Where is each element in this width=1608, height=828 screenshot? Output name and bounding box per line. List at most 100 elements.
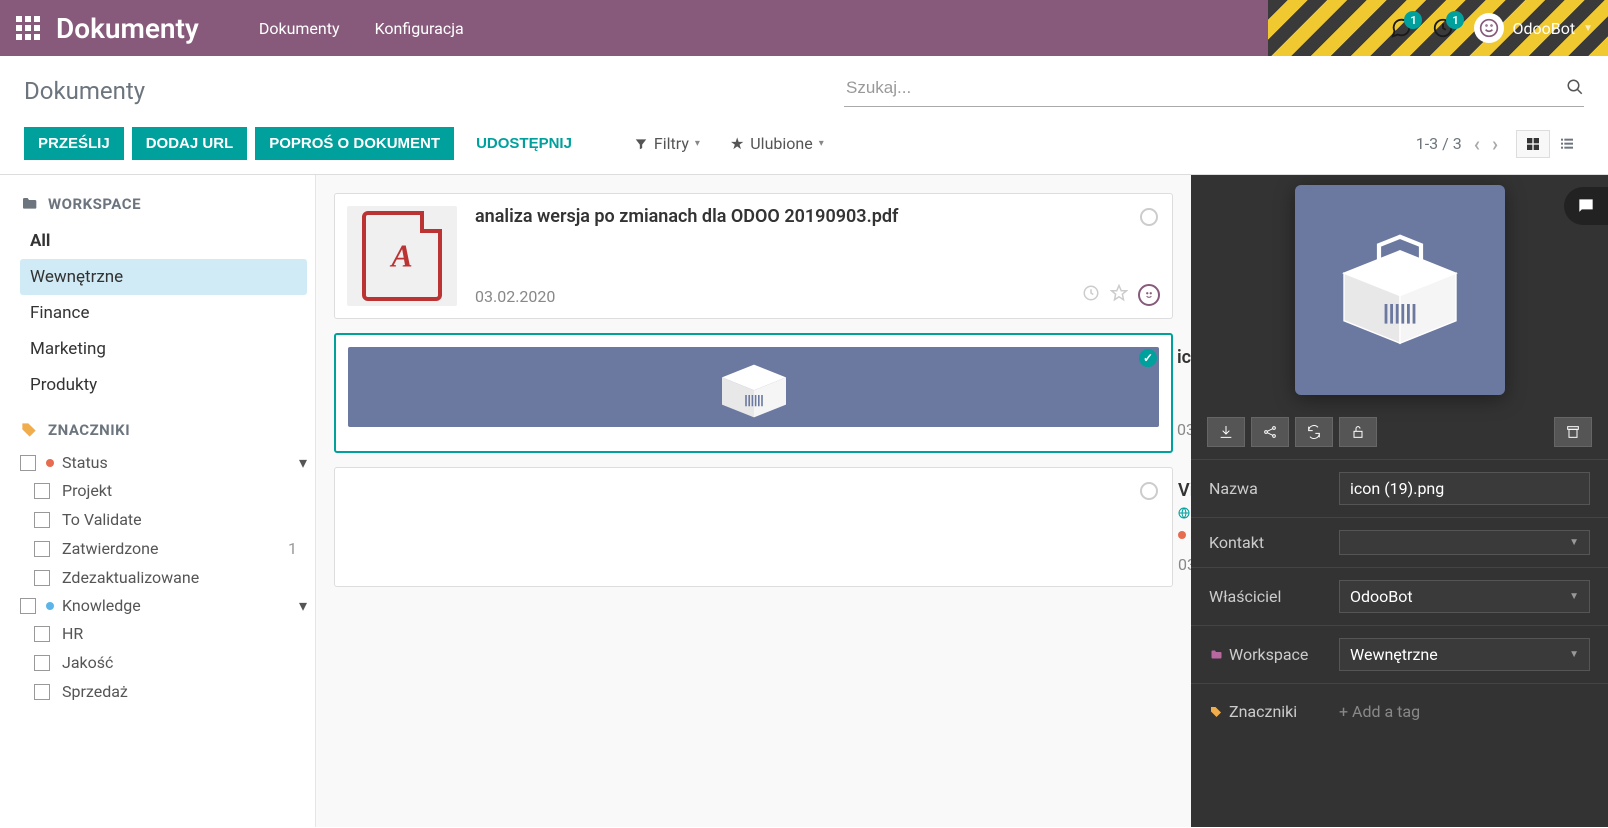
document-card[interactable]: A analiza wersja po zmianach dla ODOO 20…: [334, 193, 1173, 319]
checkbox[interactable]: [34, 541, 50, 557]
owner-label: Właściciel: [1209, 587, 1339, 606]
tags-field[interactable]: + Add a tag: [1339, 696, 1590, 727]
download-icon[interactable]: [1207, 417, 1245, 447]
caret-icon: ▾: [819, 138, 824, 149]
select-toggle[interactable]: [1140, 208, 1158, 226]
workspace-header: WORKSPACE: [20, 195, 307, 213]
share-button[interactable]: UDOSTĘPNIJ: [462, 127, 586, 160]
tags-label: Znaczniki: [1209, 702, 1339, 721]
apps-switcher-icon[interactable]: [0, 16, 56, 40]
filters-dropdown[interactable]: Filtry ▾: [634, 134, 700, 153]
tag-color-dot: [46, 602, 54, 610]
share-icon[interactable]: [1251, 417, 1289, 447]
sidebar-workspace-item[interactable]: Finance: [20, 295, 307, 331]
contact-label: Kontakt: [1209, 533, 1339, 552]
tag-item[interactable]: Jakość: [20, 648, 307, 677]
lock-icon[interactable]: [1339, 417, 1377, 447]
kanban-view-icon[interactable]: [1516, 130, 1550, 158]
star-icon[interactable]: [1110, 284, 1128, 306]
actions-row: [1191, 405, 1608, 459]
checkbox[interactable]: [34, 684, 50, 700]
sidebar-workspace-item[interactable]: All: [20, 223, 307, 259]
tag-item[interactable]: Projekt: [20, 476, 307, 505]
doc-date: 03.02.2020: [1177, 420, 1191, 439]
favorites-dropdown[interactable]: ★ Ulubione ▾: [730, 134, 824, 153]
doc-date: 03.02.2020: [475, 287, 555, 306]
tag-item[interactable]: Sprzedaż: [20, 677, 307, 706]
tag-item[interactable]: Zdezaktualizowane: [20, 563, 307, 592]
preview-thumbnail[interactable]: [1295, 185, 1505, 395]
checkbox[interactable]: [20, 598, 36, 614]
pager-text: 1-3 / 3: [1416, 134, 1462, 153]
image-thumbnail: [348, 347, 1159, 427]
menu-config[interactable]: Konfiguracja: [375, 19, 464, 38]
chevron-down-icon: ▾: [299, 453, 307, 472]
chevron-down-icon: ▾: [299, 596, 307, 615]
globe-icon: [1178, 507, 1190, 519]
pager-prev-icon[interactable]: ‹: [1474, 132, 1480, 156]
sidebar-workspace-item[interactable]: Marketing: [20, 331, 307, 367]
caret-icon: ▾: [695, 138, 700, 149]
doc-tag: Zatwierdzone: [1178, 527, 1191, 543]
tag-group-header[interactable]: Status▾: [20, 449, 307, 476]
contact-field[interactable]: ▼: [1339, 530, 1590, 555]
checkbox[interactable]: [34, 512, 50, 528]
badge: 1: [1446, 11, 1464, 29]
username: OdooBot: [1512, 19, 1575, 38]
archive-icon[interactable]: [1554, 417, 1592, 447]
messaging-icon[interactable]: 1: [1390, 17, 1412, 39]
document-list: A analiza wersja po zmianach dla ODOO 20…: [316, 175, 1191, 827]
activity-icon[interactable]: 1: [1432, 17, 1454, 39]
checkbox[interactable]: [34, 655, 50, 671]
replace-icon[interactable]: [1295, 417, 1333, 447]
search-icon[interactable]: [1566, 78, 1584, 100]
controlbar: Dokumenty PRZEŚLIJ DODAJ URL POPROŚ O DO…: [0, 56, 1608, 174]
add-url-button[interactable]: DODAJ URL: [132, 127, 248, 160]
top-navbar: Dokumenty Dokumenty Konfiguracja 1 1 Odo…: [0, 0, 1608, 56]
smile-icon[interactable]: [1138, 284, 1160, 306]
tag-item[interactable]: HR: [20, 619, 307, 648]
owner-field[interactable]: OdooBot▼: [1339, 580, 1590, 613]
checkbox[interactable]: [34, 570, 50, 586]
search-bar[interactable]: [844, 74, 1584, 107]
tag-icon: [20, 422, 38, 438]
list-view-icon[interactable]: [1550, 130, 1584, 158]
avatar-icon: [1474, 13, 1504, 43]
select-toggle[interactable]: [1140, 482, 1158, 500]
search-input[interactable]: [844, 74, 1547, 102]
app-title: Dokumenty: [56, 12, 199, 45]
select-toggle[interactable]: [1139, 349, 1157, 367]
breadcrumb: Dokumenty: [24, 77, 145, 105]
doc-date: 03.02.2020: [1178, 555, 1191, 574]
document-card[interactable]: icon (19).png 03.02.2020: [334, 333, 1173, 453]
main-menu: Dokumenty Konfiguracja: [259, 19, 464, 38]
doc-title: Video: Odoo Documents: [1178, 480, 1191, 501]
sidebar-workspace-item[interactable]: Produkty: [20, 367, 307, 403]
tag-item[interactable]: To Validate: [20, 505, 307, 534]
chatter-icon[interactable]: [1564, 187, 1608, 225]
user-menu[interactable]: OdooBot ▼: [1474, 13, 1593, 43]
checkbox[interactable]: [34, 626, 50, 642]
doc-link[interactable]: https://youtu.be/Ayab6wZ_U1A: [1178, 505, 1191, 521]
menu-documents[interactable]: Dokumenty: [259, 19, 340, 38]
doc-title: analiza wersja po zmianach dla ODOO 2019…: [475, 206, 1160, 227]
document-card[interactable]: Video: Odoo Documents https://youtu.be/A…: [334, 467, 1173, 587]
name-field[interactable]: icon (19).png: [1339, 472, 1590, 505]
workspace-field[interactable]: Wewnętrzne▼: [1339, 638, 1590, 671]
pager-next-icon[interactable]: ›: [1492, 132, 1498, 156]
doc-title: icon (19).png: [1177, 347, 1191, 368]
sidebar-workspace-item[interactable]: Wewnętrzne: [20, 259, 307, 295]
tag-item[interactable]: Zatwierdzone1: [20, 534, 307, 563]
upload-button[interactable]: PRZEŚLIJ: [24, 127, 124, 160]
star-icon: ★: [730, 134, 744, 153]
clock-icon[interactable]: [1082, 284, 1100, 306]
preview-area: [1191, 175, 1608, 405]
request-doc-button[interactable]: POPROŚ O DOKUMENT: [255, 127, 454, 160]
checkbox[interactable]: [34, 483, 50, 499]
checkbox[interactable]: [20, 455, 36, 471]
tags-header: ZNACZNIKI: [20, 421, 307, 439]
badge: 1: [1404, 11, 1422, 29]
hazard-stripe: 1 1 OdooBot ▼: [1268, 0, 1608, 56]
sidebar: WORKSPACE AllWewnętrzneFinanceMarketingP…: [0, 175, 316, 827]
tag-group-header[interactable]: Knowledge▾: [20, 592, 307, 619]
